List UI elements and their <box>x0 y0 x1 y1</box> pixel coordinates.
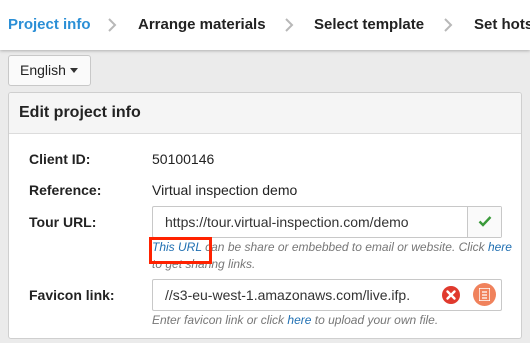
step-arrange-materials[interactable]: Arrange materials <box>138 16 266 33</box>
client-id-value: 50100146 <box>152 151 215 167</box>
sharing-here-link[interactable]: here <box>488 240 512 254</box>
language-dropdown[interactable]: English <box>8 55 91 86</box>
reference-value: Virtual inspection demo <box>152 182 298 198</box>
favicon-value: //s3-eu-west-1.amazonaws.com/live.ifp. <box>165 287 411 303</box>
upload-here-link[interactable]: here <box>287 313 311 327</box>
reference-label: Reference: <box>29 182 102 198</box>
step-project-info[interactable]: Project info <box>8 16 91 33</box>
check-icon <box>467 207 501 237</box>
tour-url-value: https://tour.virtual-inspection.com/demo <box>165 214 409 230</box>
step-select-template[interactable]: Select template <box>314 16 424 33</box>
tour-url-field[interactable]: https://tour.virtual-inspection.com/demo <box>152 206 502 238</box>
chevron-right-icon <box>284 17 296 33</box>
tour-url-help-text: can be share or embebbed to email or web… <box>201 240 488 254</box>
edit-project-panel: Edit project info Client ID: 50100146 Re… <box>8 92 522 339</box>
chevron-right-icon <box>443 17 455 33</box>
clear-icon[interactable] <box>442 286 460 304</box>
tour-url-label: Tour URL: <box>29 214 97 230</box>
language-selected: English <box>20 62 66 78</box>
caret-down-icon <box>69 67 78 73</box>
client-id-label: Client ID: <box>29 151 91 167</box>
upload-icon[interactable] <box>473 283 496 306</box>
step-set-hotspots[interactable]: Set hots <box>474 16 530 33</box>
panel-title: Edit project info <box>9 93 521 134</box>
favicon-help-end: to upload your own file. <box>311 313 439 327</box>
favicon-help-text: Enter favicon link or click <box>152 313 288 327</box>
chevron-right-icon <box>107 17 119 33</box>
favicon-label: Favicon link: <box>29 287 115 303</box>
highlight-box <box>149 237 212 264</box>
favicon-help: Enter favicon link or click here to uplo… <box>152 312 512 329</box>
wizard-steps: Project info Arrange materials Select te… <box>0 0 530 50</box>
